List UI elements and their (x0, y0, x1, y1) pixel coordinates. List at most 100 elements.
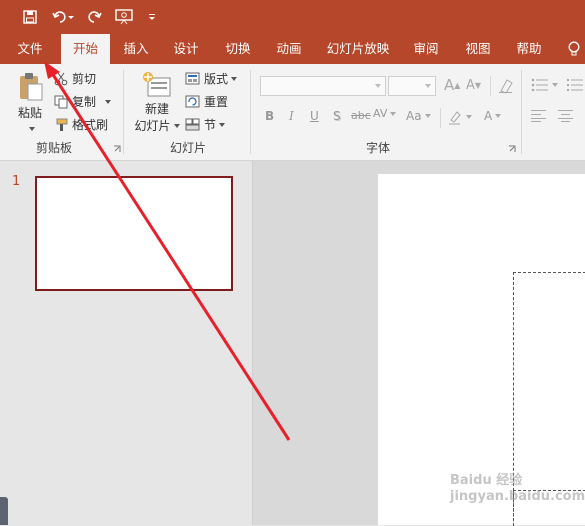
tab-animations[interactable]: 动画 (269, 34, 309, 64)
new-slide-icon (143, 72, 171, 97)
shrink-font-icon: A (466, 78, 475, 93)
slides-group-label: 幻灯片 (170, 141, 207, 155)
font-size-dropdown-icon (425, 84, 431, 88)
shadow-button[interactable]: S (333, 109, 341, 123)
shadow-icon: S (333, 109, 341, 123)
cut-label: 剪切 (72, 72, 97, 86)
paste-dropdown-icon (28, 127, 35, 131)
font-size-combobox[interactable] (388, 76, 436, 96)
new-slide-button[interactable]: 新建 幻灯片 (134, 70, 180, 134)
tab-file[interactable]: 文件 (8, 34, 52, 64)
slide-thumbnail-pane: 1 (0, 161, 253, 525)
undo-icon[interactable] (50, 6, 76, 28)
copy-button[interactable]: 复制 (54, 93, 112, 110)
slideshow-icon[interactable] (113, 6, 135, 28)
underline-icon: U (310, 109, 319, 123)
clipboard-group-label: 剪贴板 (36, 141, 73, 155)
customize-qat-icon[interactable] (146, 6, 158, 28)
character-spacing-dropdown-icon (390, 111, 397, 116)
redo-icon[interactable] (84, 6, 104, 28)
slide-thumbnail[interactable] (35, 176, 233, 291)
bold-icon: B (265, 109, 275, 123)
character-spacing-icon: AV (373, 107, 388, 120)
font-color-dropdown-icon (495, 114, 502, 118)
font-color-button[interactable]: A (484, 109, 502, 123)
font-group-label: 字体 (366, 141, 391, 155)
clear-formatting-icon (499, 79, 513, 94)
bold-button[interactable]: B (265, 109, 274, 123)
ribbon-tabs: 文件 开始 插入 设计 切换 动画 幻灯片放映 审阅 视图 帮助 (0, 34, 585, 64)
cut-button[interactable]: 剪切 (54, 70, 96, 87)
cut-icon (54, 72, 68, 85)
bullets-dropdown-icon (552, 83, 558, 87)
highlight-button[interactable] (447, 109, 472, 125)
reset-label: 重置 (204, 95, 229, 109)
tell-me-lightbulb-icon[interactable] (564, 34, 584, 64)
copy-icon (54, 95, 68, 108)
layout-dropdown-icon (231, 76, 238, 81)
group-divider (250, 70, 251, 154)
copy-label: 复制 (72, 95, 97, 109)
tab-slideshow[interactable]: 幻灯片放映 (322, 34, 394, 64)
bullets-icon (531, 78, 548, 92)
font-color-icon: A (484, 109, 493, 123)
align-center-icon (558, 110, 573, 122)
tab-review[interactable]: 审阅 (406, 34, 446, 64)
section-dropdown-icon (219, 122, 226, 127)
paste-button[interactable]: 粘贴 (12, 72, 48, 131)
align-center-button[interactable] (558, 110, 574, 122)
paste-label: 粘贴 (17, 106, 42, 120)
clear-formatting-button[interactable] (498, 78, 514, 94)
change-case-button[interactable]: Aa (406, 109, 431, 123)
pane-scroll-handle[interactable] (0, 497, 8, 525)
new-slide-label-2: 幻灯片 (134, 119, 171, 133)
underline-button[interactable]: U (310, 109, 319, 123)
group-divider (123, 70, 124, 154)
tab-home[interactable]: 开始 (61, 34, 110, 64)
tab-view[interactable]: 视图 (458, 34, 498, 64)
save-icon[interactable] (20, 6, 40, 28)
section-icon (185, 118, 200, 131)
grow-font-button[interactable]: A ▲ (444, 76, 460, 94)
character-spacing-button[interactable]: AV (373, 107, 397, 120)
slide-number: 1 (12, 174, 21, 189)
format-painter-button[interactable]: 格式刷 (54, 116, 108, 133)
font-name-dropdown-icon (375, 84, 381, 88)
toolbar-divider (440, 108, 441, 128)
highlight-dropdown-icon (466, 115, 472, 119)
tab-insert[interactable]: 插入 (116, 34, 156, 64)
italic-button[interactable]: I (289, 109, 294, 123)
align-left-icon (531, 110, 546, 122)
layout-label: 版式 (204, 72, 229, 86)
grow-font-icon: A (444, 76, 455, 94)
tab-design[interactable]: 设计 (166, 34, 206, 64)
strikethrough-button[interactable]: abc (351, 109, 371, 122)
shrink-font-button[interactable]: A ▼ (466, 78, 481, 93)
font-dialog-launcher-icon[interactable] (508, 145, 516, 153)
toolbar-divider (490, 76, 491, 96)
numbering-button[interactable] (566, 78, 584, 92)
new-slide-label-1: 新建 (144, 102, 169, 116)
section-button[interactable]: 节 (185, 116, 226, 133)
format-painter-icon (56, 118, 68, 131)
group-divider (521, 70, 522, 154)
layout-button[interactable]: 版式 (185, 70, 238, 87)
tab-transitions[interactable]: 切换 (218, 34, 258, 64)
reset-button[interactable]: 重置 (185, 93, 228, 110)
strikethrough-icon: abc (351, 109, 371, 122)
quick-access-toolbar (0, 0, 585, 34)
new-slide-dropdown-icon (173, 123, 180, 128)
format-painter-label: 格式刷 (72, 118, 109, 132)
copy-dropdown-icon (105, 99, 112, 104)
ribbon-home: 粘贴 剪切 复制 格式刷 剪贴板 新建 幻灯片 版式 重置 节 幻灯片 A ▲ … (0, 64, 585, 161)
paste-icon (20, 73, 43, 101)
clipboard-dialog-launcher-icon[interactable] (113, 145, 121, 153)
watermark: Baidu 经验 jingyan.baidu.com (450, 473, 585, 504)
align-left-button[interactable] (531, 110, 547, 122)
layout-icon (185, 72, 200, 85)
section-label: 节 (204, 118, 217, 132)
tab-help[interactable]: 帮助 (509, 34, 549, 64)
bullets-button[interactable] (531, 78, 558, 92)
change-case-icon: Aa (406, 109, 422, 123)
font-name-combobox[interactable] (260, 76, 386, 96)
